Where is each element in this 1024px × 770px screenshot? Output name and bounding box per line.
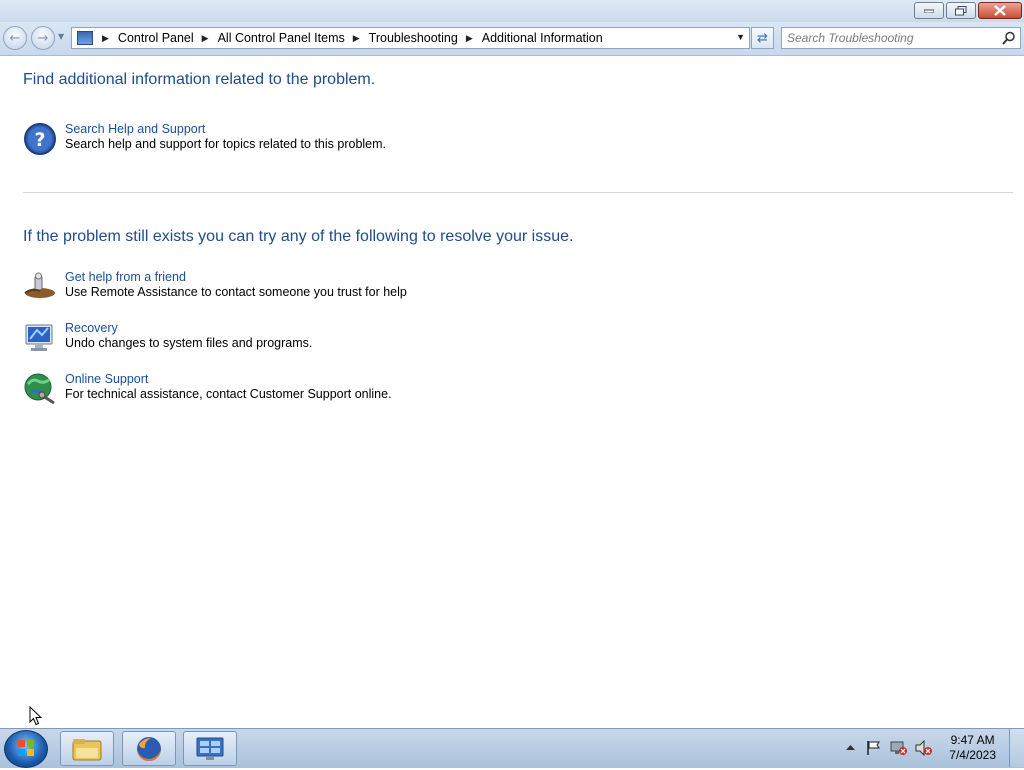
windows-logo-icon xyxy=(18,740,34,756)
breadcrumb-all-items[interactable]: All Control Panel Items xyxy=(218,31,345,45)
taskbar: 9:47 AM 7/4/2023 xyxy=(0,728,1024,768)
online-support-link[interactable]: Online Support xyxy=(65,372,392,387)
breadcrumb-additional-information[interactable]: Additional Information xyxy=(482,31,603,45)
recovery-description: Undo changes to system files and program… xyxy=(65,336,313,350)
task-search-help[interactable]: ? Search Help and Support Search help an… xyxy=(23,122,386,156)
action-center-flag-icon[interactable] xyxy=(866,740,882,756)
forward-arrow-icon: → xyxy=(37,30,49,46)
breadcrumb-troubleshooting[interactable]: Troubleshooting xyxy=(369,31,458,45)
chevron-right-icon[interactable]: ▶ xyxy=(202,33,209,44)
section-heading-resolve: If the problem still exists you can try … xyxy=(23,228,574,245)
close-button[interactable] xyxy=(978,2,1022,19)
back-button[interactable]: ← xyxy=(3,26,27,50)
recent-pages-dropdown[interactable]: ▼ xyxy=(58,32,68,42)
minimize-icon xyxy=(924,9,934,13)
search-help-link[interactable]: Search Help and Support xyxy=(65,122,386,137)
taskbar-control-panel[interactable] xyxy=(183,731,237,766)
restore-icon xyxy=(955,5,967,15)
svg-text:?: ? xyxy=(34,129,45,151)
recovery-link[interactable]: Recovery xyxy=(65,321,312,336)
control-panel-small-icon xyxy=(77,31,93,45)
recovery-icon xyxy=(25,324,53,351)
search-help-description: Search help and support for topics relat… xyxy=(65,137,387,151)
task-online-support[interactable]: Online Support For technical assistance,… xyxy=(23,372,392,406)
remote-assistance-icon xyxy=(24,272,55,298)
start-button[interactable] xyxy=(4,730,48,768)
section-heading-additional-info: Find additional information related to t… xyxy=(23,71,376,88)
close-icon xyxy=(994,5,1006,16)
minimize-button[interactable] xyxy=(914,2,944,19)
title-bar xyxy=(0,0,1024,22)
taskbar-firefox[interactable] xyxy=(122,731,176,766)
address-bar[interactable]: ▶ Control Panel ▶ All Control Panel Item… xyxy=(71,27,750,49)
main-content: Find additional information related to t… xyxy=(0,56,1024,728)
network-disconnected-icon[interactable] xyxy=(890,740,908,756)
search-input[interactable] xyxy=(787,29,997,47)
refresh-button[interactable]: ⇄ xyxy=(751,27,774,49)
forward-button[interactable]: → xyxy=(31,26,55,50)
volume-muted-icon[interactable] xyxy=(915,740,933,756)
search-icon[interactable] xyxy=(1002,31,1016,45)
task-recovery[interactable]: Recovery Undo changes to system files an… xyxy=(23,321,312,355)
window-controls xyxy=(914,2,1022,19)
navigation-bar: ← → ▼ ▶ Control Panel ▶ All Control Pane… xyxy=(0,22,1024,56)
clock-time: 9:47 AM xyxy=(950,733,995,747)
system-clock[interactable]: 9:47 AM 7/4/2023 xyxy=(949,733,996,763)
clock-date: 7/4/2023 xyxy=(949,748,996,762)
online-support-description: For technical assistance, contact Custom… xyxy=(65,387,392,401)
breadcrumb-control-panel[interactable]: Control Panel xyxy=(118,31,194,45)
chevron-right-icon[interactable]: ▶ xyxy=(353,33,360,44)
refresh-icon: ⇄ xyxy=(757,30,768,46)
windows-explorer-icon xyxy=(72,738,102,760)
online-support-icon xyxy=(24,373,55,405)
chevron-right-icon[interactable]: ▶ xyxy=(466,33,473,44)
taskbar-windows-explorer[interactable] xyxy=(60,731,114,766)
divider xyxy=(23,192,1013,193)
search-box[interactable] xyxy=(781,27,1021,49)
firefox-icon xyxy=(137,736,161,761)
help-icon: ? xyxy=(24,123,56,155)
get-help-from-friend-link[interactable]: Get help from a friend xyxy=(65,270,407,285)
show-desktop-button[interactable] xyxy=(1009,729,1024,767)
address-dropdown-icon[interactable]: ▼ xyxy=(736,32,745,42)
chevron-down-icon: ▼ xyxy=(58,32,65,41)
maximize-button[interactable] xyxy=(946,2,976,19)
chevron-right-icon[interactable]: ▶ xyxy=(102,33,109,44)
task-get-help-from-friend[interactable]: Get help from a friend Use Remote Assist… xyxy=(23,270,407,304)
control-panel-icon xyxy=(196,737,224,760)
mouse-cursor-icon xyxy=(29,706,43,726)
get-help-from-friend-description: Use Remote Assistance to contact someone… xyxy=(65,285,407,299)
back-arrow-icon: ← xyxy=(9,30,21,46)
show-hidden-icons-icon[interactable] xyxy=(846,744,855,751)
